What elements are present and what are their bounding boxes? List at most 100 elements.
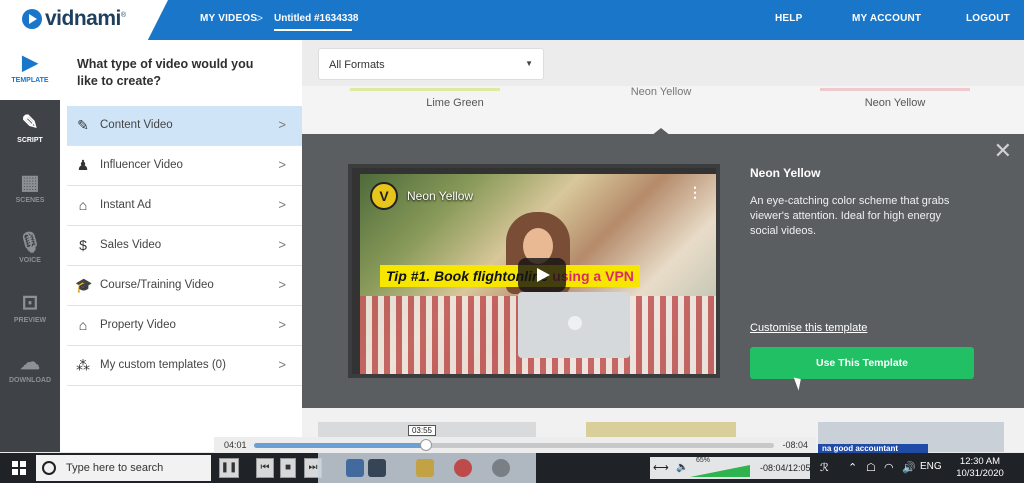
category-instant-ad[interactable]: ⌂ Instant Ad >	[67, 186, 302, 226]
windows-start-icon[interactable]	[12, 461, 26, 475]
template-label[interactable]: Neon Yellow	[820, 97, 970, 109]
template-title: Neon Yellow	[750, 166, 821, 180]
preview-video[interactable]: V Neon Yellow ⋮ Tip #1. Book flightonlin…	[360, 174, 716, 374]
skip-back-icon[interactable]: ⏮	[256, 458, 274, 478]
media-time-readout: -08:04/12:05	[760, 463, 811, 473]
panel-heading: What type of video would you like to cre…	[77, 57, 254, 88]
rail-item-scenes[interactable]: ▦ SCENES	[0, 160, 60, 220]
pause-icon[interactable]: ❚❚	[219, 458, 239, 478]
rail-item-preview[interactable]: ⊡ PREVIEW	[0, 280, 60, 340]
remaining-time: -08:04	[782, 440, 808, 450]
chrome-icon[interactable]	[454, 459, 472, 477]
help-link[interactable]: HELP	[775, 13, 802, 24]
search-placeholder: Type here to search	[66, 462, 164, 474]
rail-item-voice[interactable]: 🎙 VOICE	[0, 220, 60, 280]
my-account-link[interactable]: MY ACCOUNT	[852, 13, 921, 24]
rail-item-label: DOWNLOAD	[9, 377, 51, 384]
brand-name: vidnami®	[45, 7, 126, 30]
cloud-download-icon: ☁	[20, 352, 40, 374]
monitor-play-icon: ⊡	[21, 292, 39, 314]
volume-icon[interactable]: 🔊	[902, 461, 916, 474]
current-project-underline	[274, 29, 352, 31]
folder-icon[interactable]	[416, 459, 434, 477]
dollar-circle-icon: $	[79, 237, 87, 253]
microphone-icon: 🎙	[17, 232, 43, 254]
elapsed-time: 04:01	[224, 440, 247, 450]
play-square-icon: ▶	[22, 52, 38, 74]
user-grid-icon: ⁂	[76, 357, 90, 373]
document-edit-icon: ✎	[77, 117, 89, 133]
chevron-right-icon: >	[278, 277, 286, 292]
app-icon[interactable]	[492, 459, 510, 477]
category-influencer-video[interactable]: ♟ Influencer Video >	[67, 146, 302, 186]
close-icon[interactable]: ✕	[994, 140, 1012, 162]
chevron-right-icon: >	[278, 357, 286, 372]
stop-icon[interactable]: ■	[280, 458, 296, 478]
play-button-icon[interactable]	[518, 258, 566, 292]
template-label[interactable]: Neon Yellow	[586, 86, 736, 98]
video-laptop	[518, 292, 630, 358]
rail-item-label: VOICE	[19, 257, 41, 264]
chevron-right-icon: >	[278, 197, 286, 212]
use-template-button[interactable]: Use This Template	[750, 347, 974, 379]
pen-icon: ✎	[21, 112, 39, 134]
current-project-title[interactable]: Untitled #1634338	[274, 13, 359, 24]
cortana-icon	[42, 461, 56, 475]
film-icon: ▦	[20, 172, 40, 194]
template-thumbnail[interactable]	[350, 88, 500, 91]
taskbar-clock[interactable]: 12:30 AM 10/31/2020	[948, 456, 1012, 480]
video-caption: Tip #1. Book flightonline using a VPN	[380, 265, 640, 287]
category-my-custom-templates[interactable]: ⁂ My custom templates (0) >	[67, 346, 302, 386]
my-videos-link[interactable]: MY VIDEOS	[200, 13, 257, 24]
chevron-right-icon: >	[278, 237, 286, 252]
volume-slider[interactable]	[690, 465, 750, 477]
format-filter-dropdown[interactable]: All Formats ▼	[318, 48, 544, 80]
template-detail-panel: ✕ V Neon Yellow ⋮ Tip #1. Book flightonl…	[302, 134, 1024, 408]
network-icon[interactable]: ☖	[866, 461, 876, 474]
rail-item-template[interactable]: ▶ TEMPLATE	[0, 40, 60, 100]
seek-time-tooltip: 03:55	[408, 425, 436, 436]
wifi-icon[interactable]: ◠	[884, 461, 894, 474]
chevron-right-icon: >	[278, 317, 286, 332]
category-course-training-video[interactable]: 🎓 Course/Training Video >	[67, 266, 302, 306]
template-preview-player[interactable]: V Neon Yellow ⋮ Tip #1. Book flightonlin…	[348, 164, 720, 378]
presenter-icon: ♟	[76, 157, 90, 173]
rail-item-download[interactable]: ☁ DOWNLOAD	[0, 340, 60, 400]
category-label: Course/Training Video	[100, 279, 214, 291]
seek-progress	[254, 443, 426, 448]
logout-link[interactable]: LOGOUT	[966, 13, 1010, 24]
app-icon[interactable]	[346, 459, 364, 477]
app-icon[interactable]	[368, 459, 386, 477]
seek-handle[interactable]	[419, 439, 432, 451]
people-icon[interactable]: ℛ	[820, 461, 829, 474]
graduation-cap-icon: 🎓	[75, 277, 93, 293]
customise-template-link[interactable]: Customise this template	[750, 322, 867, 334]
logo-area[interactable]: vidnami®	[0, 0, 168, 40]
speaker-icon[interactable]: 🔈	[676, 462, 688, 473]
template-thumbnail[interactable]	[820, 88, 970, 91]
more-vertical-icon[interactable]: ⋮	[688, 185, 702, 199]
category-sales-video[interactable]: $ Sales Video >	[67, 226, 302, 266]
language-indicator[interactable]: ENG	[920, 461, 942, 472]
template-row-top: Lime Green Neon Yellow Neon Yellow	[302, 86, 1024, 134]
category-label: Property Video	[100, 319, 176, 331]
taskbar-search-input[interactable]: Type here to search	[36, 455, 211, 481]
chevron-up-icon[interactable]: ⌃	[848, 461, 857, 474]
caption-main: Tip #1. Book flight	[386, 268, 508, 284]
template-label[interactable]: Lime Green	[380, 97, 530, 109]
resize-arrows-icon[interactable]: ⟷	[653, 461, 669, 474]
category-property-video[interactable]: ⌂ Property Video >	[67, 306, 302, 346]
category-label: Sales Video	[100, 239, 162, 251]
clock-time: 12:30 AM	[959, 456, 1001, 467]
chevron-right-icon: >	[278, 157, 286, 172]
video-title: Neon Yellow	[407, 189, 474, 203]
category-label: Instant Ad	[100, 199, 152, 211]
rail-item-label: PREVIEW	[13, 317, 47, 324]
media-volume-area: ⟷ 🔈 65% -08:04/12:05	[650, 457, 811, 479]
category-content-video[interactable]: ✎ Content Video >	[67, 106, 302, 146]
category-label: Influencer Video	[100, 159, 183, 171]
template-description: An eye-catching color scheme that grabs …	[750, 195, 950, 237]
category-label: Content Video	[100, 119, 173, 131]
seek-track[interactable]	[254, 439, 774, 451]
rail-item-script[interactable]: ✎ SCRIPT	[0, 100, 60, 160]
